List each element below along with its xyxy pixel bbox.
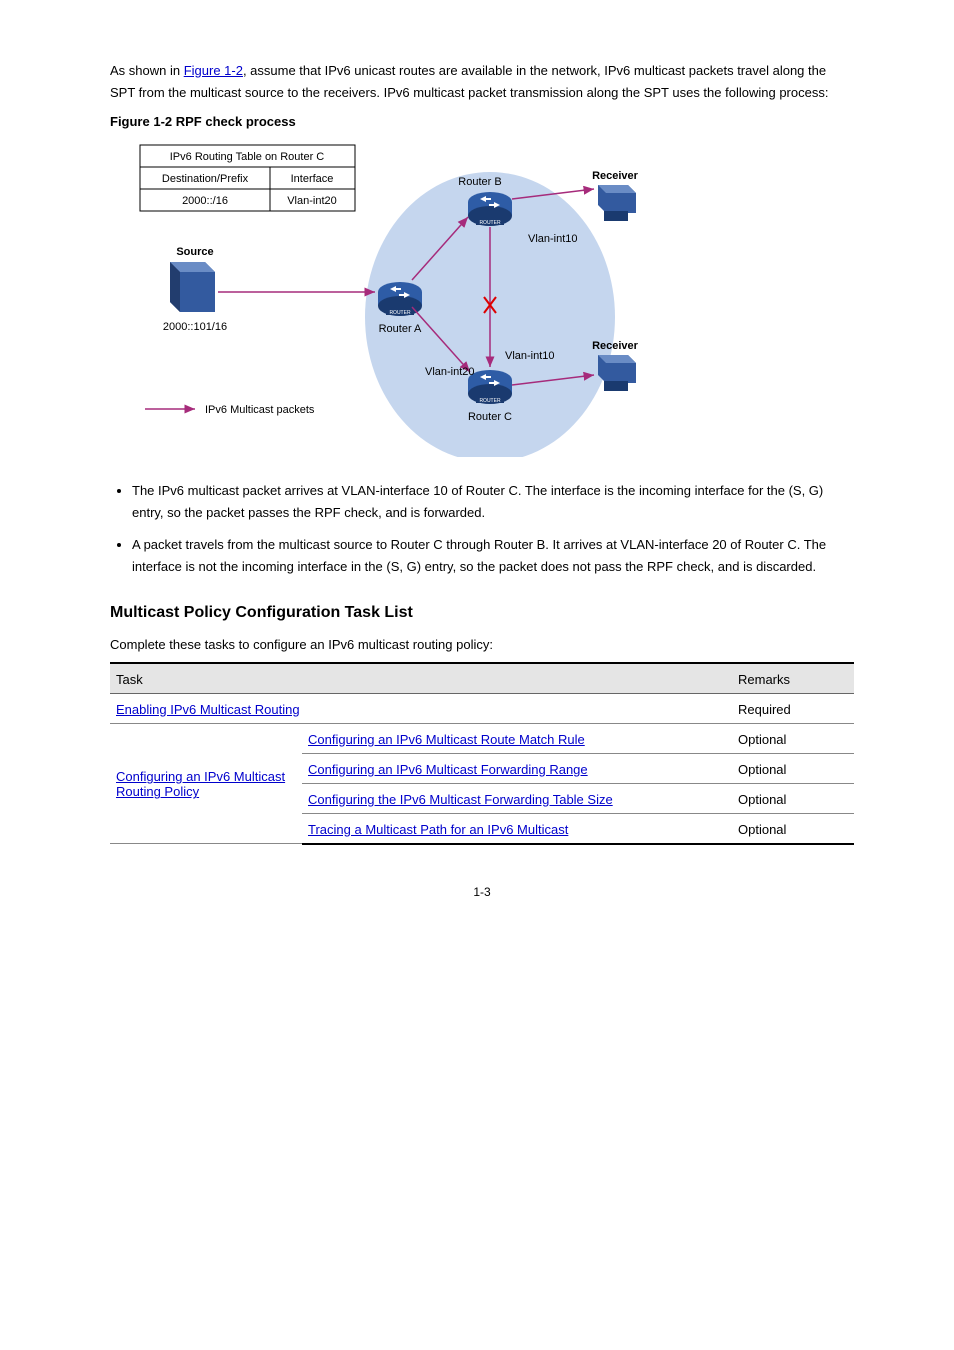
svg-text:ROUTER: ROUTER (479, 220, 501, 226)
receiver-b-icon (598, 185, 636, 221)
section-heading: Multicast Policy Configuration Task List (110, 604, 854, 622)
vlan-int10-c: Vlan-int10 (505, 350, 555, 362)
process-list: The IPv6 multicast packet arrives at VLA… (110, 480, 854, 578)
figure-caption: Figure 1-2 RPF check process (110, 114, 854, 129)
process-item-2: A packet travels from the multicast sour… (132, 534, 854, 578)
routing-table-title: IPv6 Routing Table on Router C (170, 151, 325, 163)
remarks-cell: Optional (732, 783, 854, 813)
source-host-icon (170, 262, 215, 312)
page-number: 1-3 (110, 885, 854, 899)
receiver-c-icon (598, 355, 636, 391)
task-link[interactable]: Configuring an IPv6 Multicast Forwarding… (308, 762, 588, 777)
config-task-table: Task Remarks Enabling IPv6 Multicast Rou… (110, 662, 854, 845)
routing-iface-value: Vlan-int20 (287, 195, 337, 207)
router-a-label: Router A (379, 323, 422, 335)
receiver-c-label: Receiver (592, 340, 639, 352)
router-c-icon: ROUTER (468, 370, 512, 404)
svg-text:ROUTER: ROUTER (389, 310, 411, 316)
svg-text:ROUTER: ROUTER (479, 398, 501, 404)
router-b-icon: ROUTER (468, 192, 512, 226)
task-link[interactable]: Configuring an IPv6 Multicast Route Matc… (308, 732, 585, 747)
task-link[interactable]: Tracing a Multicast Path for an IPv6 Mul… (308, 822, 568, 837)
task-link[interactable]: Configuring an IPv6 Multicast Routing Po… (116, 769, 285, 799)
figure-ref-link[interactable]: Figure 1-2 (184, 63, 243, 78)
remarks-cell: Required (732, 693, 854, 723)
network-diagram: IPv6 Routing Table on Router C Destinati… (110, 137, 854, 460)
intro-paragraph: As shown in Figure 1-2, assume that IPv6… (110, 60, 854, 104)
source-ip: 2000::101/16 (163, 321, 227, 333)
remarks-cell: Optional (732, 753, 854, 783)
remarks-cell: Optional (732, 813, 854, 844)
routing-col-dest: Destination/Prefix (162, 173, 249, 185)
routing-dest-value: 2000::/16 (182, 195, 228, 207)
receiver-b-label: Receiver (592, 170, 639, 182)
process-item-1: The IPv6 multicast packet arrives at VLA… (132, 480, 854, 524)
col-remarks: Remarks (732, 663, 854, 694)
task-link[interactable]: Enabling IPv6 Multicast Routing (116, 702, 300, 717)
vlan-int20-c: Vlan-int20 (425, 366, 475, 378)
vlan-int10-b: Vlan-int10 (528, 233, 578, 245)
router-b-label: Router B (458, 176, 501, 188)
table-caption: Complete these tasks to configure an IPv… (110, 634, 854, 656)
legend-text: IPv6 Multicast packets (205, 404, 315, 416)
col-task: Task (110, 663, 732, 694)
source-label: Source (176, 246, 213, 258)
intro-pre: As shown in (110, 63, 184, 78)
remarks-cell: Optional (732, 723, 854, 753)
routing-col-iface: Interface (291, 173, 334, 185)
router-c-label: Router C (468, 411, 512, 423)
task-link[interactable]: Configuring the IPv6 Multicast Forwardin… (308, 792, 613, 807)
